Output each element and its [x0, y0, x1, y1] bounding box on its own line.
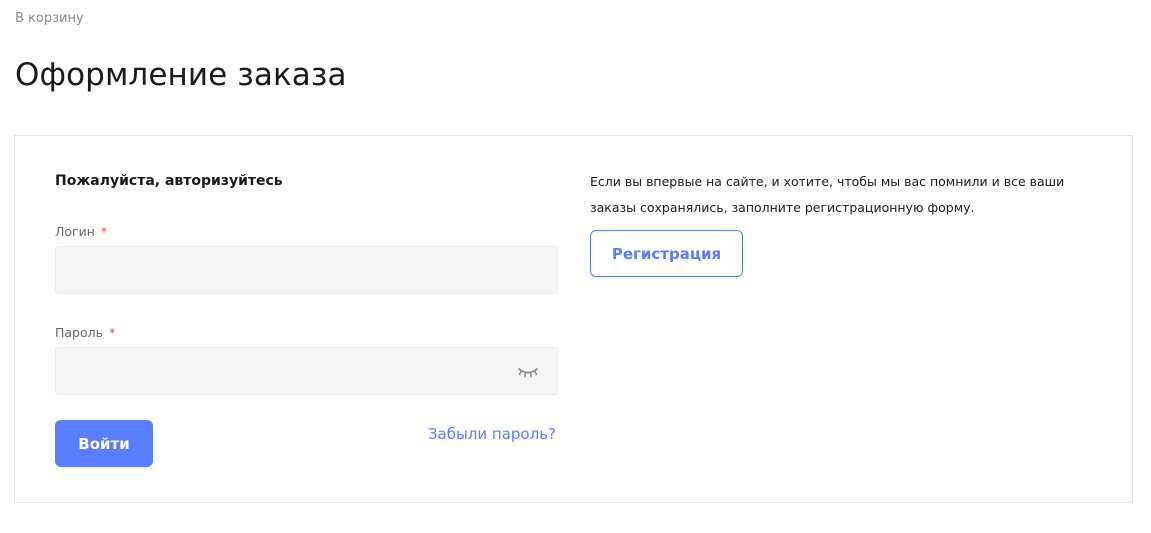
password-required-mark: * — [108, 325, 116, 340]
login-input[interactable] — [55, 246, 558, 294]
login-required-mark: * — [100, 224, 108, 239]
login-label-text: Логин — [55, 224, 95, 239]
forgot-password-link[interactable]: Забыли пароль? — [428, 425, 556, 443]
login-submit-button[interactable]: Войти — [55, 420, 153, 467]
register-button[interactable]: Регистрация — [590, 230, 743, 277]
login-heading: Пожалуйста, авторизуйтесь — [55, 173, 283, 189]
checkout-auth-card: Пожалуйста, авторизуйтесь Логин * Пароль… — [14, 135, 1133, 503]
password-input[interactable] — [55, 347, 558, 395]
password-label: Пароль * — [55, 325, 115, 340]
eye-closed-icon[interactable] — [516, 365, 540, 379]
breadcrumb-back-to-cart[interactable]: В корзину — [15, 11, 84, 26]
login-label: Логин * — [55, 224, 107, 239]
password-label-text: Пароль — [55, 325, 103, 340]
page-title: Оформление заказа — [15, 57, 347, 93]
registration-info-text: Если вы впервые на сайте, и хотите, чтоб… — [590, 174, 1065, 215]
